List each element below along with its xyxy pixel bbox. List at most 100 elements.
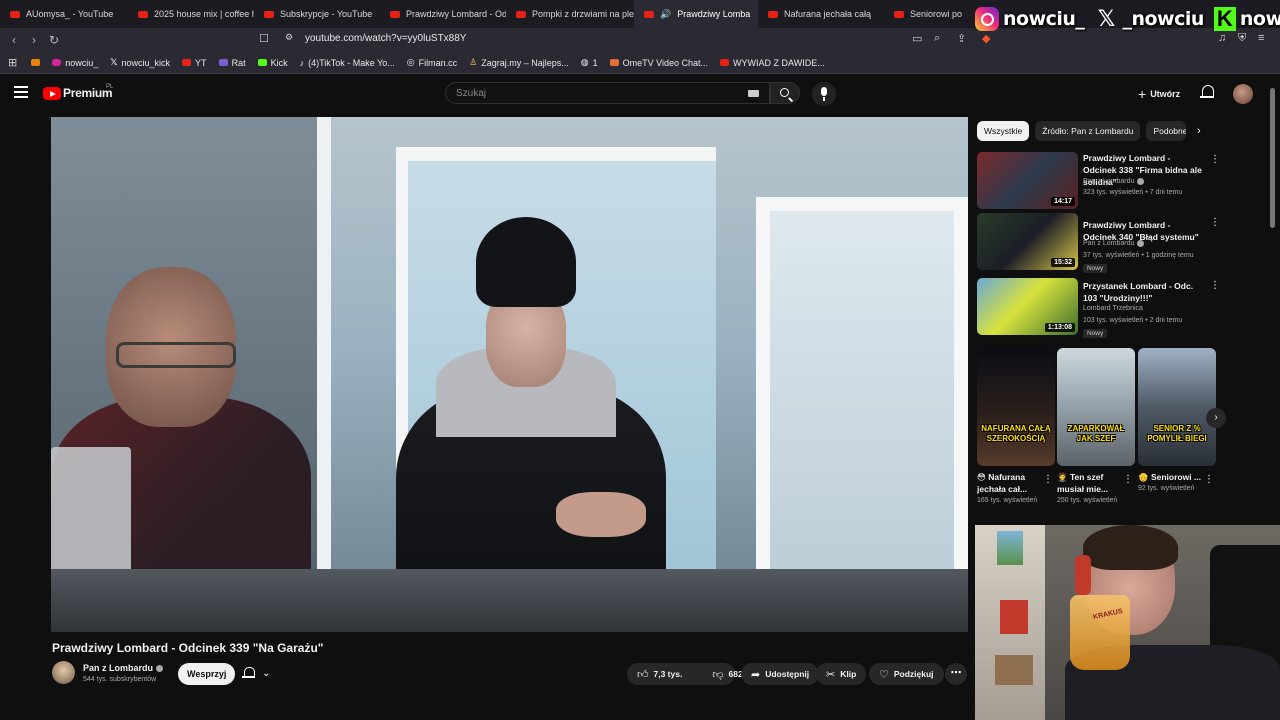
recommended-video[interactable]: 14:17 Prawdziwy Lombard - Odcinek 338 "F… xyxy=(977,152,1220,210)
short-thumbnail[interactable]: ZAPARKOWAŁ JAK SZEF xyxy=(1057,348,1135,466)
notifications-bell-icon[interactable] xyxy=(1200,84,1214,100)
bookmark-item[interactable]: Kick xyxy=(257,58,288,68)
keyboard-icon[interactable] xyxy=(748,90,759,97)
short-thumbnail[interactable]: NAFURANA CAŁĄ SZEROKOŚCIĄ xyxy=(977,348,1055,466)
short-item[interactable]: NAFURANA CAŁĄ SZEROKOŚCIĄ 😳 Nafurana jec… xyxy=(977,348,1055,505)
recommended-video[interactable]: 15:32 Prawdziwy Lombard - Odcinek 340 "B… xyxy=(977,213,1220,273)
more-options-icon[interactable]: ⋮ xyxy=(1123,474,1133,485)
share-button[interactable]: ➦ Udostępnij xyxy=(741,663,820,685)
video-thumbnail[interactable]: 14:17 xyxy=(977,152,1078,209)
more-options-icon[interactable]: ⋮ xyxy=(1204,474,1214,485)
zagraj-icon: ♙ xyxy=(469,57,478,67)
speaker-icon[interactable]: 🔊 xyxy=(660,9,671,20)
chip-source[interactable]: Źródło: Pan z Lombardu xyxy=(1035,121,1141,141)
more-options-icon[interactable]: ⋮ xyxy=(1210,217,1220,228)
browser-tab[interactable]: Prawdziwy Lombard - Odc xyxy=(380,0,506,28)
short-views: 250 tys. wyświetleń xyxy=(1057,497,1118,504)
back-icon[interactable]: ‹ xyxy=(4,33,24,47)
short-title[interactable]: 😳 Nafurana jechała cał... xyxy=(977,471,1043,495)
search-button[interactable] xyxy=(770,82,800,104)
reload-icon[interactable]: ↻ xyxy=(44,33,64,47)
rat-icon xyxy=(218,59,228,66)
video-meta: 103 tys. wyświetleń • 2 dni temu xyxy=(1083,317,1183,324)
chevron-down-icon[interactable]: ⌄ xyxy=(262,668,270,679)
bookmark-item[interactable]: ♙ Zagraj.my – Najleps... xyxy=(469,57,569,68)
browser-tab[interactable]: Seniorowi po xyxy=(884,0,974,28)
bookmark-item[interactable]: WYWIAD Z DAWIDE... xyxy=(720,58,825,68)
bookmark-item[interactable]: nowciu_ xyxy=(52,58,98,68)
short-thumbnail[interactable]: SENIOR Z % POMYLIŁ BIEGI xyxy=(1138,348,1216,466)
short-title[interactable]: 👴 Seniorowi ... xyxy=(1138,471,1204,483)
recommended-video[interactable]: 1:13:08 Przystanek Lombard - Odc. 103 "U… xyxy=(977,278,1220,338)
youtube-icon xyxy=(720,59,730,66)
bookmark-item[interactable] xyxy=(31,59,41,66)
channel-link[interactable]: Pan z Lombardu xyxy=(1083,240,1145,247)
thanks-button[interactable]: ♡ Podziękuj xyxy=(869,663,944,685)
bookmark-item[interactable]: ◎ Filman.cc xyxy=(407,57,457,68)
video-frame-counter xyxy=(51,569,968,632)
site-settings-icon[interactable]: ⚙ xyxy=(285,32,293,43)
plus-icon: + xyxy=(1138,86,1147,102)
bookmark-icon[interactable]: ☐ xyxy=(259,32,269,45)
apps-grid-icon[interactable]: ⊞ xyxy=(8,56,17,69)
channel-link[interactable]: Lombard Trzebnica xyxy=(1083,305,1143,312)
create-button[interactable]: + Utwórz xyxy=(1138,86,1180,102)
bookmark-item[interactable]: ◍ 1 xyxy=(581,57,598,68)
chip-similar[interactable]: Podobne xyxy=(1146,121,1187,141)
support-button[interactable]: Wesprzyj xyxy=(178,663,236,685)
channel-link[interactable]: Pan z Lombardu xyxy=(1083,178,1145,185)
headset-icon xyxy=(1075,555,1091,595)
browser-tab[interactable]: Nafurana jechała całą xyxy=(758,0,884,28)
kick-icon xyxy=(257,59,267,66)
beer-glass xyxy=(1070,595,1130,670)
bookmark-item[interactable]: Rat xyxy=(218,58,246,68)
account-avatar[interactable] xyxy=(1233,84,1253,104)
short-item[interactable]: SENIOR Z % POMYLIŁ BIEGI 👴 Seniorowi ...… xyxy=(1138,348,1216,493)
short-title[interactable]: 🤵 Ten szef musiał mie... xyxy=(1057,471,1123,495)
webcam-background-shelf xyxy=(975,525,1045,720)
hamburger-menu-icon[interactable] xyxy=(14,86,28,98)
more-actions-icon[interactable]: ⋯ xyxy=(945,663,967,685)
browser-tab[interactable]: Pompki z drzwiami na ple xyxy=(506,0,634,28)
bookmark-item[interactable]: ♪ (4)TikTok - Make Yo... xyxy=(300,58,395,68)
subscription-bell-icon[interactable] xyxy=(242,667,255,680)
browser-tab[interactable]: Subskrypcje - YouTube xyxy=(254,0,380,28)
x-handle: _nowciu xyxy=(1122,8,1204,30)
address-bar[interactable]: youtube.com/watch?v=yy0luSTx88Y xyxy=(305,33,466,44)
video-thumbnail[interactable]: 1:13:08 xyxy=(977,278,1078,335)
chevron-right-icon[interactable]: › xyxy=(1197,125,1201,137)
share-icon[interactable]: ⇪ xyxy=(957,32,966,45)
video-thumbnail[interactable]: 15:32 xyxy=(977,213,1078,270)
more-options-icon[interactable]: ⋮ xyxy=(1043,474,1053,485)
channel-name[interactable]: Pan z Lombardu xyxy=(83,663,164,673)
like-button[interactable]: 👍︎ 7,3 tys. xyxy=(627,663,692,685)
channel-avatar[interactable] xyxy=(52,661,75,684)
forward-icon[interactable]: › xyxy=(24,33,44,47)
bookmarks-bar: ⊞ nowciu_ 𝕏nowciu_kick YT Rat Kick ♪ (4)T… xyxy=(0,52,1280,74)
bookmark-item[interactable]: OmeTV Video Chat... xyxy=(609,58,708,68)
chip-all[interactable]: Wszystkie xyxy=(977,121,1030,141)
youtube-premium-logo[interactable]: Premium xyxy=(63,86,113,100)
cast-icon[interactable]: ▭ xyxy=(912,32,922,45)
page-scrollbar[interactable] xyxy=(1270,88,1275,228)
ometv-icon xyxy=(609,59,619,66)
zoom-icon[interactable]: ⌕ xyxy=(934,32,940,45)
clip-button[interactable]: ✂ Klip xyxy=(816,663,867,685)
video-player[interactable] xyxy=(51,117,968,632)
video-title-link[interactable]: Przystanek Lombard - Odc. 103 "Urodziny!… xyxy=(1083,280,1205,304)
region-code: PL xyxy=(106,84,114,90)
bookmark-item[interactable]: YT xyxy=(182,58,207,68)
browser-tab[interactable]: 2025 house mix | coffee h xyxy=(128,0,254,28)
subscriber-count: 544 tys. subskrybentów xyxy=(83,676,157,683)
more-options-icon[interactable]: ⋮ xyxy=(1210,280,1220,291)
youtube-logo-icon[interactable] xyxy=(43,87,61,100)
bookmark-item[interactable]: 𝕏nowciu_kick xyxy=(110,57,170,68)
folder-icon xyxy=(31,59,41,66)
search-input[interactable] xyxy=(446,84,736,103)
shorts-next-arrow-icon[interactable]: › xyxy=(1206,408,1226,428)
browser-tab-active[interactable]: 🔊Prawdziwy Lomba✕ xyxy=(634,0,758,28)
voice-search-icon[interactable] xyxy=(812,82,836,106)
short-item[interactable]: ZAPARKOWAŁ JAK SZEF 🤵 Ten szef musiał mi… xyxy=(1057,348,1135,505)
browser-tab[interactable]: AUomysa_ - YouTube xyxy=(0,0,128,28)
more-options-icon[interactable]: ⋮ xyxy=(1210,154,1220,165)
